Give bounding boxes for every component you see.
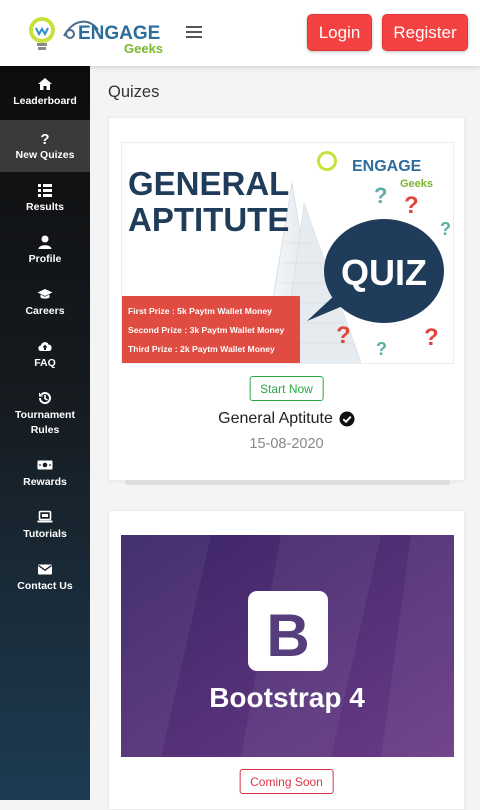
quiz-card: B Bootstrap 4 Coming Soon <box>108 510 465 810</box>
user-icon <box>38 235 52 249</box>
quiz-title-row: General Aptitute <box>109 410 464 428</box>
sidebar-item-tutorials[interactable]: Tutorials <box>0 509 90 553</box>
envelope-icon <box>38 564 52 575</box>
svg-text:Geeks: Geeks <box>124 41 163 56</box>
cloud-upload-icon <box>38 342 52 351</box>
laptop-icon <box>37 510 53 523</box>
top-navbar: ENGAGE Geeks Login Register <box>0 0 480 66</box>
register-button[interactable]: Register <box>382 14 468 51</box>
quiz-banner-image[interactable]: GENERAL APTITUTE ENGAGE Geeks QUIZ ? ? ?… <box>121 142 454 364</box>
sidebar-item-label: Tutorials <box>23 528 67 540</box>
coming-soon-button[interactable]: Coming Soon <box>239 769 334 794</box>
svg-text:?: ? <box>424 324 439 351</box>
svg-text:First Prize : 5k Paytm Wallet: First Prize : 5k Paytm Wallet Money <box>128 306 272 316</box>
sidebar-item-label: Profile <box>28 253 62 265</box>
svg-text:?: ? <box>440 219 451 239</box>
bulb-icon <box>29 17 55 50</box>
start-now-button[interactable]: Start Now <box>249 376 324 401</box>
svg-text:?: ? <box>404 192 419 219</box>
sidebar-item-label: FAQ <box>34 357 56 369</box>
svg-text:Second Prize : 3k Paytm Wallet: Second Prize : 3k Paytm Wallet Money <box>128 325 285 335</box>
sidebar: Leaderboard ? New Quizes Results Profile… <box>0 66 90 800</box>
main-content: Quizes GENERAL APTITUTE ENGAGE Geeks QUI… <box>90 66 480 810</box>
login-button[interactable]: Login <box>307 14 372 51</box>
svg-text:?: ? <box>376 339 387 359</box>
sidebar-item-faq[interactable]: FAQ <box>0 338 90 382</box>
bootstrap-title: Bootstrap 4 <box>209 682 365 713</box>
menu-toggle-icon[interactable] <box>186 24 202 40</box>
quiz-card: GENERAL APTITUTE ENGAGE Geeks QUIZ ? ? ?… <box>108 117 465 485</box>
horizontal-scrollbar[interactable] <box>125 480 450 485</box>
engage-geeks-logo[interactable]: ENGAGE Geeks <box>26 12 176 56</box>
svg-text:ENGAGE: ENGAGE <box>352 158 422 175</box>
sidebar-item-label: Results <box>26 201 64 213</box>
sidebar-item-label: Contact Us <box>17 580 73 592</box>
banner-line1: GENERAL <box>128 165 289 202</box>
page-title: Quizes <box>108 83 160 101</box>
quiz-date: 15-08-2020 <box>249 436 324 452</box>
quiz-banner-image[interactable]: B Bootstrap 4 <box>121 535 454 757</box>
sidebar-item-tournament-rules[interactable]: Tournament Rules <box>0 390 90 450</box>
quiz-title: General Aptitute <box>218 410 333 427</box>
svg-text:?: ? <box>374 183 387 208</box>
graduation-cap-icon <box>37 289 53 299</box>
sidebar-item-new-quizes[interactable]: ? New Quizes <box>0 120 90 172</box>
banner-line2: APTITUTE <box>128 201 289 238</box>
check-circle-icon <box>339 411 355 427</box>
svg-text:Geeks: Geeks <box>400 178 433 190</box>
sidebar-item-careers[interactable]: Careers <box>0 286 90 330</box>
svg-text:?: ? <box>336 322 351 349</box>
sidebar-item-leaderboard[interactable]: Leaderboard <box>0 76 90 120</box>
sidebar-item-results[interactable]: Results <box>0 182 90 226</box>
sidebar-item-rewards[interactable]: Rewards <box>0 457 90 501</box>
list-icon <box>38 184 52 197</box>
sidebar-item-contact-us[interactable]: Contact Us <box>0 561 90 605</box>
sidebar-item-label: Leaderboard <box>13 95 77 107</box>
sidebar-item-label: Rewards <box>23 476 67 488</box>
svg-text:Third Prize : 2k Paytm Wallet: Third Prize : 2k Paytm Wallet Money <box>128 344 275 354</box>
sidebar-item-label: New Quizes <box>15 149 75 161</box>
home-icon <box>38 78 52 90</box>
history-icon <box>38 392 51 405</box>
sidebar-item-profile[interactable]: Profile <box>0 234 90 278</box>
prize-box: First Prize : 5k Paytm Wallet Money Seco… <box>122 296 300 363</box>
bootstrap-letter: B <box>266 602 309 669</box>
question-icon: ? <box>40 131 49 146</box>
svg-text:?: ? <box>40 131 49 146</box>
sidebar-item-label: Tournament Rules <box>15 409 75 436</box>
sidebar-item-label: Careers <box>25 305 65 317</box>
svg-text:QUIZ: QUIZ <box>341 252 427 293</box>
money-icon <box>37 460 53 470</box>
